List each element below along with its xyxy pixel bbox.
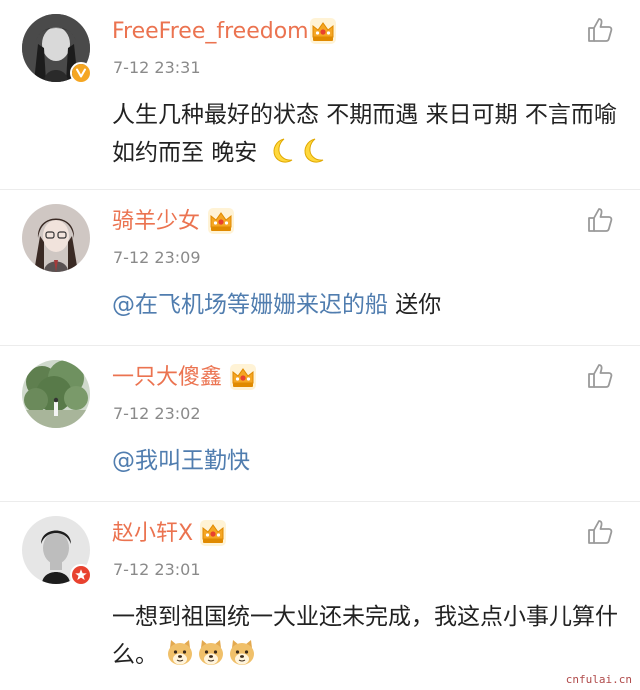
timestamp: 7-12 23:09 [113, 248, 201, 267]
comment-text: 一想到祖国统一大业还未完成，我这点小事儿算什么。 [112, 598, 622, 674]
crown-icon [229, 363, 257, 391]
comment-item: 赵小轩X 7-12 23:01 一想到祖国统一大业还未完成，我这点小事儿算什么。 [0, 502, 640, 690]
moon-emoji-icon [296, 136, 326, 166]
comment-item: 骑羊少女 7-12 23:09 @在飞机场等姗姗来迟的船 送你 [0, 190, 640, 346]
username[interactable]: 赵小轩X [112, 519, 193, 549]
comment-list: FreeFree_freedom 7-12 23:31 人生几种最好的状态 不期… [0, 0, 640, 690]
like-thumbs-up-icon[interactable] [586, 362, 614, 390]
crown-icon [207, 207, 235, 235]
like-thumbs-up-icon[interactable] [586, 16, 614, 44]
moon-emoji-icon [265, 136, 295, 166]
mention-link[interactable]: @在飞机场等姗姗来迟的船 [112, 292, 388, 318]
crown-icon [199, 519, 227, 547]
verified-v-badge [70, 62, 92, 84]
comment-text: @我叫王勤快 [112, 442, 622, 480]
crown-icon [309, 17, 337, 45]
avatar[interactable] [22, 360, 90, 428]
watermark: cnfulai.cn [565, 673, 632, 686]
doge-emoji-icon [196, 638, 226, 668]
avatar-image [22, 360, 90, 428]
comment-body: 送你 [388, 292, 442, 318]
comment-body: 人生几种最好的状态 不期而遇 来日可期 不言而喻 如约而至 晚安 [112, 102, 617, 166]
avatar[interactable] [22, 14, 92, 84]
comment-text: 人生几种最好的状态 不期而遇 来日可期 不言而喻 如约而至 晚安 [112, 96, 622, 172]
username[interactable]: 骑羊少女 [112, 207, 200, 237]
username[interactable]: 一只大傻鑫 [112, 363, 222, 393]
comment-item: FreeFree_freedom 7-12 23:31 人生几种最好的状态 不期… [0, 0, 640, 190]
like-thumbs-up-icon[interactable] [586, 206, 614, 234]
comment-item: 一只大傻鑫 7-12 23:02 @我叫王勤快 [0, 346, 640, 502]
avatar-image [22, 204, 90, 272]
doge-emoji-icon [227, 638, 257, 668]
avatar[interactable] [22, 516, 92, 586]
timestamp: 7-12 23:31 [113, 58, 201, 77]
timestamp: 7-12 23:02 [113, 404, 201, 423]
username[interactable]: FreeFree_freedom [112, 17, 309, 47]
mention-link[interactable]: @我叫王勤快 [112, 448, 250, 474]
like-thumbs-up-icon[interactable] [586, 518, 614, 546]
avatar[interactable] [22, 204, 90, 272]
doge-emoji-icon [165, 638, 195, 668]
timestamp: 7-12 23:01 [113, 560, 201, 579]
comment-text: @在飞机场等姗姗来迟的船 送你 [112, 286, 622, 324]
star-badge [70, 564, 92, 586]
